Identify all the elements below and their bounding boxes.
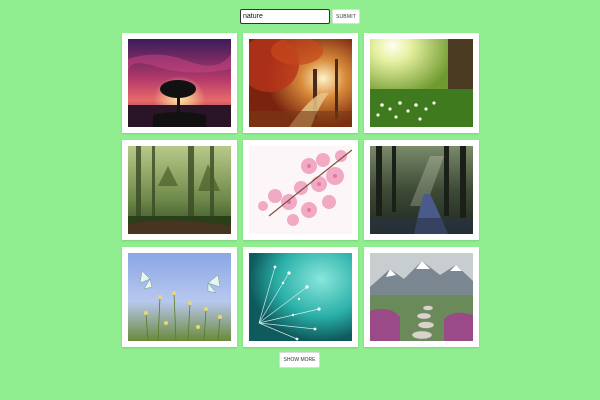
dandelion-image [249, 253, 352, 341]
show-more-button[interactable]: SHOW MORE [279, 352, 320, 368]
gallery-card-mountain-path[interactable] [364, 247, 479, 347]
cherry-blossoms-image [249, 146, 352, 234]
gallery-card-autumn-forest[interactable] [243, 33, 358, 133]
gallery-card-butterflies[interactable] [122, 247, 237, 347]
image-gallery [122, 33, 479, 347]
gallery-card-sunlit-meadow[interactable] [364, 33, 479, 133]
gallery-card-cherry-blossoms[interactable] [243, 140, 358, 240]
mountain-path-image [370, 253, 473, 341]
submit-button[interactable]: SUBMIT [332, 9, 360, 24]
gallery-card-tree-sunset[interactable] [122, 33, 237, 133]
search-form: SUBMIT [240, 9, 360, 24]
gallery-card-misty-forest[interactable] [122, 140, 237, 240]
tree-sunset-image [128, 39, 231, 127]
gallery-card-dandelion[interactable] [243, 247, 358, 347]
autumn-forest-image [249, 39, 352, 127]
page: SUBMIT [0, 0, 600, 400]
sunlit-meadow-image [370, 39, 473, 127]
butterflies-image [128, 253, 231, 341]
misty-forest-image [128, 146, 231, 234]
gallery-card-forest-road[interactable] [364, 140, 479, 240]
search-input[interactable] [240, 9, 330, 24]
forest-road-image [370, 146, 473, 234]
